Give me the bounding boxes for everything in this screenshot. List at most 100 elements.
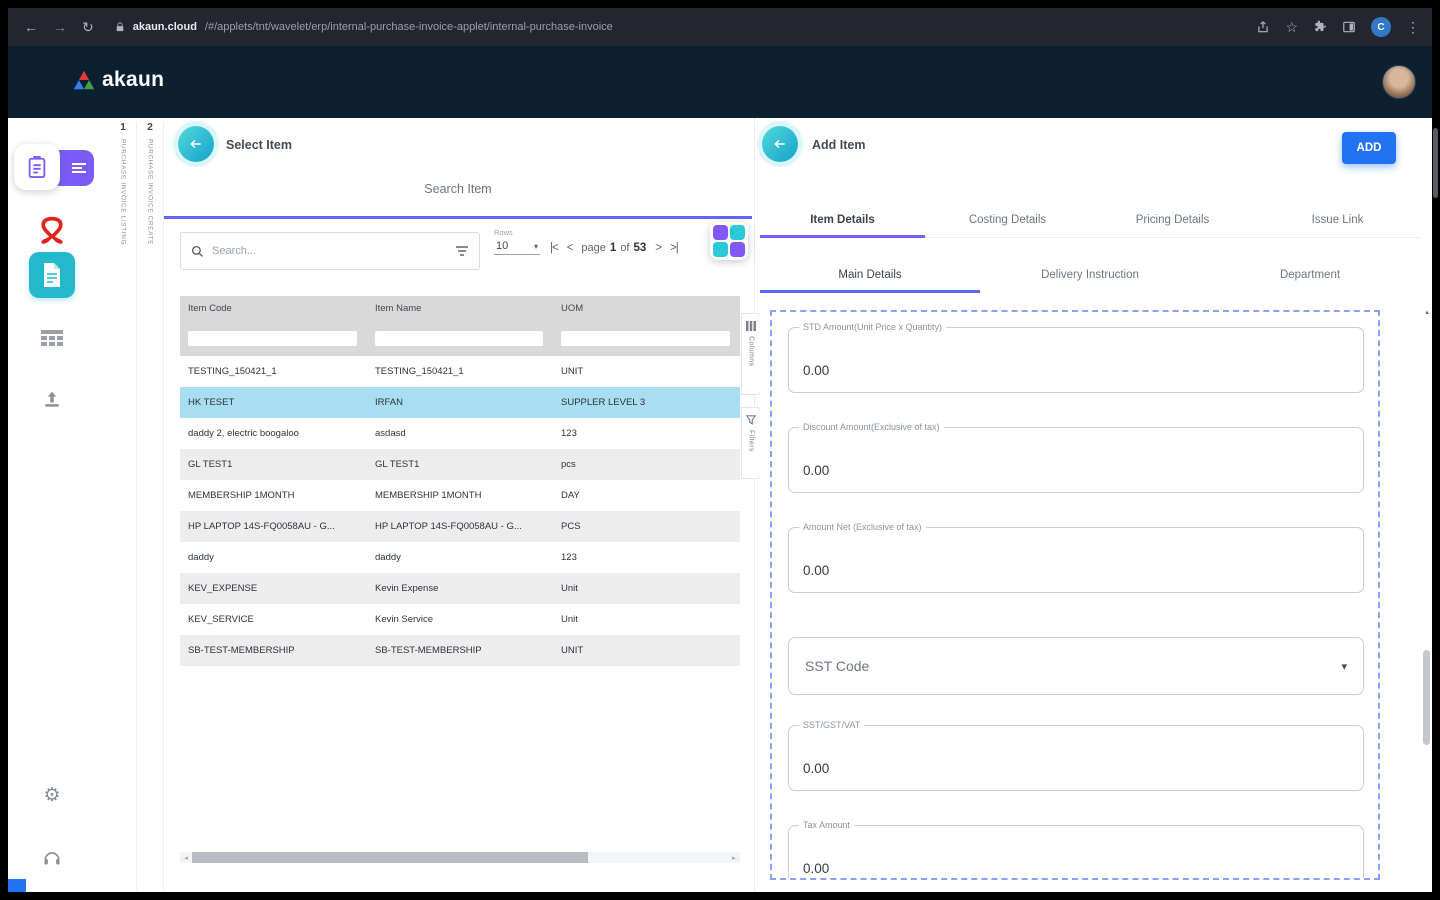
item-name-cell: GL TEST1 bbox=[367, 449, 553, 480]
page-scrollbar-thumb[interactable] bbox=[1433, 128, 1438, 198]
bookmark-star-icon[interactable]: ☆ bbox=[1285, 20, 1298, 34]
item-name-filter-input[interactable] bbox=[375, 331, 543, 346]
select-item-title: Select Item bbox=[226, 138, 292, 152]
side-panel-icon[interactable] bbox=[1342, 20, 1356, 34]
browser-back-icon[interactable]: ← bbox=[24, 20, 38, 34]
item-code-cell: GL TEST1 bbox=[180, 449, 367, 480]
step-label: PURCHASE INVOICE CREATE bbox=[147, 139, 154, 245]
item-sub-tabs: Main Details Delivery Instruction Depart… bbox=[760, 260, 1420, 293]
uom-cell: UNIT bbox=[553, 356, 740, 387]
item-table-row[interactable]: MEMBERSHIP 1MONTHMEMBERSHIP 1MONTHDAY bbox=[180, 480, 740, 511]
next-page-button[interactable]: > bbox=[655, 242, 661, 254]
std-amount-field[interactable]: STD Amount(Unit Price x Quantity)0.00 bbox=[788, 327, 1364, 393]
rows-per-page-select[interactable]: Rows 10 ▾ bbox=[494, 228, 540, 255]
item-table-row[interactable]: daddy 2, electric boogalooasdasd123 bbox=[180, 418, 740, 449]
item-table-row[interactable]: SB-TEST-MEMBERSHIPSB-TEST-MEMBERSHIPUNIT bbox=[180, 635, 740, 666]
gear-icon: ⚙ bbox=[43, 784, 60, 807]
item-code-cell: KEV_SERVICE bbox=[180, 604, 367, 635]
step-tab-purchase-invoice-create[interactable]: 2 PURCHASE INVOICE CREATE bbox=[137, 122, 164, 892]
pagination: |< < page 1 of 53 > >| bbox=[550, 242, 678, 254]
amount-net-field[interactable]: Amount Net (Exclusive of tax)0.00 bbox=[788, 527, 1364, 593]
sidebar-item-support[interactable] bbox=[8, 848, 96, 868]
uom-cell: SUPPLER LEVEL 3 bbox=[553, 387, 740, 418]
item-table-row[interactable]: GL TEST1GL TEST1pcs bbox=[180, 449, 740, 480]
filters-tab[interactable]: Filters bbox=[741, 407, 761, 479]
select-item-back-button[interactable] bbox=[178, 126, 214, 162]
menu-lines-icon bbox=[72, 162, 86, 174]
user-avatar[interactable] bbox=[1382, 65, 1416, 99]
sst-code-field[interactable]: SST Code▾ bbox=[788, 637, 1364, 695]
discount-amount-field[interactable]: Discount Amount(Exclusive of tax)0.00 bbox=[788, 427, 1364, 493]
filter-lines-icon[interactable] bbox=[455, 245, 469, 257]
item-table-row[interactable]: KEV_EXPENSEKevin ExpenseUnit bbox=[180, 573, 740, 604]
item-table-row[interactable]: HK TESETIRFANSUPPLER LEVEL 3 bbox=[180, 387, 740, 418]
grid-view-button[interactable] bbox=[710, 222, 748, 260]
browser-forward-icon[interactable]: → bbox=[53, 20, 67, 34]
header-uom[interactable]: UOM bbox=[553, 296, 740, 322]
field-label: STD Amount(Unit Price x Quantity) bbox=[799, 322, 946, 332]
columns-tab[interactable]: Columns bbox=[741, 313, 761, 395]
headset-icon bbox=[42, 848, 62, 868]
scroll-left-icon[interactable]: ◂ bbox=[180, 854, 192, 862]
sidebar-item-upload[interactable] bbox=[8, 390, 96, 410]
uom-cell: DAY bbox=[553, 480, 740, 511]
vertical-scrollbar-thumb[interactable] bbox=[1423, 650, 1430, 745]
search-input[interactable] bbox=[212, 245, 447, 257]
add-item-back-button[interactable] bbox=[762, 126, 798, 162]
item-table-row[interactable]: daddydaddy123 bbox=[180, 542, 740, 573]
browser-menu-icon[interactable]: ⋮ bbox=[1406, 20, 1420, 34]
extensions-icon[interactable] bbox=[1313, 20, 1327, 34]
last-page-button[interactable]: >| bbox=[670, 242, 678, 254]
header-item-code[interactable]: Item Code bbox=[180, 296, 367, 322]
panel-accent-underline bbox=[164, 216, 752, 219]
logo-text: akaun bbox=[102, 68, 164, 92]
prev-page-button[interactable]: < bbox=[567, 242, 573, 254]
item-table-row[interactable]: TESTING_150421_1TESTING_150421_1UNIT bbox=[180, 356, 740, 387]
item-code-cell: daddy 2, electric boogaloo bbox=[180, 418, 367, 449]
address-bar[interactable]: akaun.cloud /#/applets/tnt/wavelet/erp/i… bbox=[115, 21, 1242, 33]
sidebar-item-document[interactable] bbox=[8, 252, 96, 298]
item-table-row[interactable]: KEV_SERVICEKevin ServiceUnit bbox=[180, 604, 740, 635]
step-tab-purchase-invoice-listing[interactable]: 1 PURCHASE INVOICE LISTING bbox=[110, 122, 137, 892]
scroll-right-icon[interactable]: ▸ bbox=[728, 854, 740, 862]
horizontal-scrollbar[interactable]: ◂ ▸ bbox=[180, 852, 740, 863]
tab-costing-details[interactable]: Costing Details bbox=[925, 205, 1090, 237]
browser-profile-avatar[interactable]: C bbox=[1371, 17, 1391, 37]
subtab-delivery-instruction[interactable]: Delivery Instruction bbox=[980, 260, 1200, 293]
first-page-button[interactable]: |< bbox=[550, 242, 558, 254]
filters-label: Filters bbox=[748, 430, 755, 452]
sst-gst-vat-field[interactable]: SST/GST/VAT0.00 bbox=[788, 725, 1364, 791]
item-code-filter-input[interactable] bbox=[188, 331, 357, 346]
field-value: 0.00 bbox=[803, 563, 829, 578]
header-item-name[interactable]: Item Name bbox=[367, 296, 553, 322]
table-side-strip: Columns Filters bbox=[741, 313, 761, 479]
uom-filter-input[interactable] bbox=[561, 331, 730, 346]
tab-pricing-details[interactable]: Pricing Details bbox=[1090, 205, 1255, 237]
item-name-cell: Kevin Service bbox=[367, 604, 553, 635]
subtab-main-details[interactable]: Main Details bbox=[760, 260, 980, 293]
item-code-cell: MEMBERSHIP 1MONTH bbox=[180, 480, 367, 511]
add-button[interactable]: ADD bbox=[1342, 132, 1396, 164]
clipboard-applet-card[interactable] bbox=[14, 144, 60, 190]
back-arrow-icon bbox=[188, 137, 204, 151]
pdf-icon bbox=[35, 214, 69, 248]
sidebar-item-table[interactable] bbox=[8, 330, 96, 348]
item-name-cell: IRFAN bbox=[367, 387, 553, 418]
field-label: Tax Amount bbox=[799, 820, 854, 830]
horizontal-scrollbar-thumb[interactable] bbox=[192, 852, 588, 863]
sidebar-item-active-applet[interactable] bbox=[14, 144, 94, 192]
browser-reload-icon[interactable]: ↻ bbox=[82, 20, 94, 34]
share-icon[interactable] bbox=[1256, 20, 1270, 34]
grid-square-icon bbox=[713, 242, 728, 257]
sidebar-item-settings[interactable]: ⚙ bbox=[8, 784, 96, 807]
sidebar-item-pdf[interactable] bbox=[8, 214, 96, 248]
tab-item-details[interactable]: Item Details bbox=[760, 205, 925, 237]
item-search-box[interactable] bbox=[180, 232, 480, 270]
item-table-row[interactable]: HP LAPTOP 14S-FQ0058AU - G...HP LAPTOP 1… bbox=[180, 511, 740, 542]
tab-issue-link[interactable]: Issue Link bbox=[1255, 205, 1420, 237]
vertical-scrollbar[interactable]: ▲ bbox=[1422, 310, 1432, 892]
scroll-up-icon[interactable]: ▲ bbox=[1422, 310, 1432, 316]
akaun-logo-icon bbox=[72, 69, 96, 91]
tax-amount-field[interactable]: Tax Amount0.00 bbox=[788, 825, 1364, 880]
subtab-department[interactable]: Department bbox=[1200, 260, 1420, 293]
